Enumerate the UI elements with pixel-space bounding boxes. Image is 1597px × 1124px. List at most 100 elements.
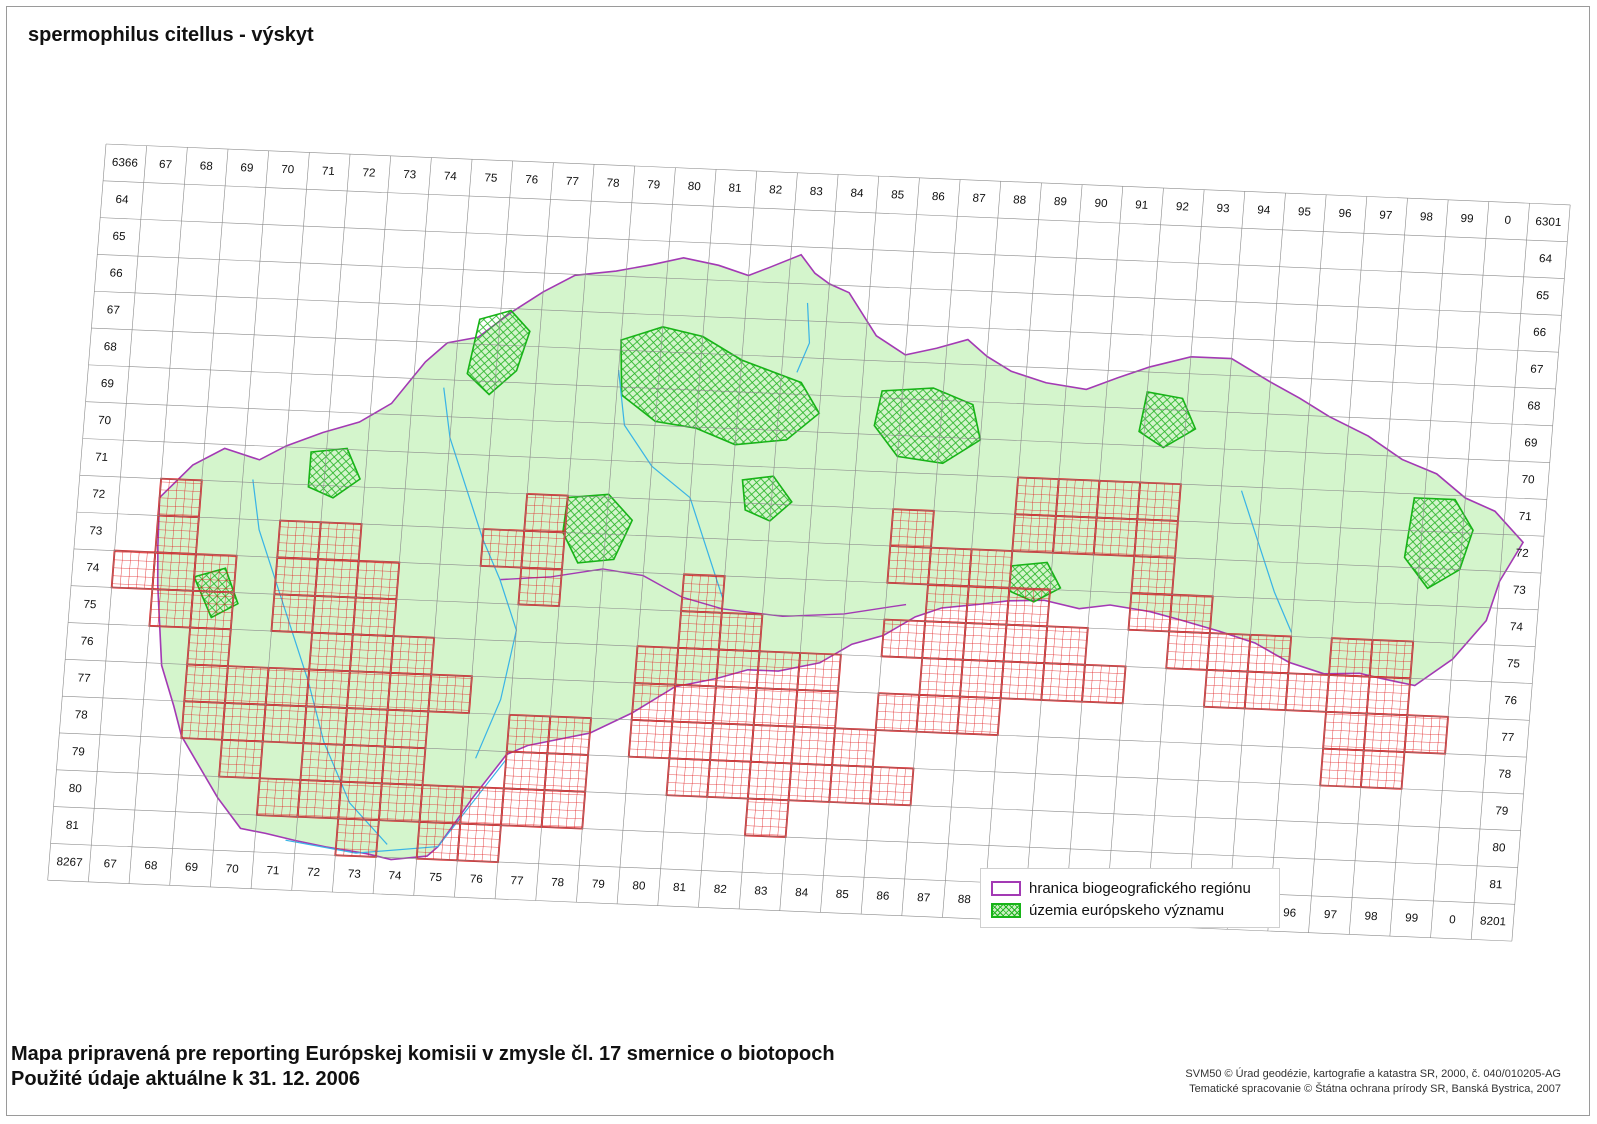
occurrence-square xyxy=(717,611,764,653)
occurrence-square xyxy=(261,703,308,745)
grid-label-left: 65 xyxy=(112,231,126,243)
occurrence-square xyxy=(961,622,1008,663)
grid-label-left: 68 xyxy=(103,341,117,353)
grid-label-left: 75 xyxy=(83,599,97,611)
occurrence-square xyxy=(1130,555,1176,596)
occurrence-square xyxy=(415,820,462,862)
occurrence-square xyxy=(714,648,761,690)
grid-label-top: 81 xyxy=(728,183,742,195)
grid-label-bottom: 75 xyxy=(429,872,443,884)
occurrence-square xyxy=(1011,513,1057,554)
occurrence-square xyxy=(299,742,346,783)
occurrence-square xyxy=(264,666,311,708)
grid-label-top: 88 xyxy=(1013,194,1027,206)
occurrence-square xyxy=(1165,630,1211,671)
occurrence-square xyxy=(874,692,921,733)
occurrence-square xyxy=(755,650,802,691)
occurrence-square xyxy=(1362,712,1409,753)
occurrence-square xyxy=(1168,593,1214,635)
grid-label-top: 75 xyxy=(484,172,498,184)
occurrence-square xyxy=(680,573,726,614)
grid-label-top: 70 xyxy=(281,164,295,176)
occurrence-square xyxy=(1133,518,1179,559)
occurrence-square xyxy=(505,713,552,755)
grid-label-bottom: 69 xyxy=(185,862,199,874)
occurrence-square xyxy=(296,779,343,820)
occurrence-square xyxy=(223,665,270,706)
occurrence-square xyxy=(1403,714,1450,755)
occurrence-square xyxy=(1365,675,1412,717)
grid-label-bottom: 8267 xyxy=(56,856,83,869)
grid-label-top: 76 xyxy=(525,174,539,186)
grid-label-right: 74 xyxy=(1509,621,1523,633)
grid-label-left: 64 xyxy=(115,194,129,206)
occurrence-square xyxy=(308,631,354,673)
grid-label-top: 91 xyxy=(1135,199,1149,211)
footer-line-1: Mapa pripravená pre reporting Európskej … xyxy=(11,1043,835,1065)
legend: hranica biogeografického regiónu územia … xyxy=(980,868,1280,928)
occurrence-square xyxy=(958,658,1005,700)
occurrence-square xyxy=(868,765,915,807)
grid-label-top: 77 xyxy=(565,176,579,188)
grid-label-bottom: 96 xyxy=(1283,907,1297,919)
legend-item-protected-sites: územia európskeho významu xyxy=(991,899,1269,921)
occurrence-square xyxy=(523,492,569,534)
occurrence-square xyxy=(459,785,505,827)
occurrence-square xyxy=(706,759,752,800)
occurrence-square xyxy=(1092,516,1139,558)
grid-label-left: 78 xyxy=(74,709,88,721)
legend-item-region-border: hranica biogeografického regiónu xyxy=(991,877,1269,899)
credit-line-2: Tematické spracovanie © Štátna ochrana p… xyxy=(1189,1083,1561,1095)
occurrence-square xyxy=(1205,632,1252,673)
grid-label-right: 72 xyxy=(1515,548,1529,560)
occurrence-square xyxy=(543,752,590,793)
map-grid-area: 6366 67 68 69 70 71 72 73 74 75 76 77 78 79 80 81 82 83 84… xyxy=(47,143,1571,942)
grid-label-top: 82 xyxy=(769,184,783,196)
occurrence-square xyxy=(787,762,834,803)
grid-label-top: 96 xyxy=(1338,208,1352,220)
grid-label-top: 89 xyxy=(1053,196,1067,208)
occurrence-square xyxy=(354,559,401,601)
grid-label-right: 76 xyxy=(1504,695,1518,707)
occurrence-square xyxy=(921,620,967,661)
occurrence-square xyxy=(351,596,398,638)
occurrence-square xyxy=(1325,674,1371,715)
grid-label-right: 69 xyxy=(1524,437,1538,449)
grid-label-top: 6301 xyxy=(1535,216,1562,229)
grid-label-bottom: 84 xyxy=(795,887,809,899)
occurrence-square xyxy=(189,589,235,631)
occurrence-square xyxy=(337,780,383,822)
occurrence-square xyxy=(746,760,793,802)
occurrence-square xyxy=(924,583,970,624)
grid-label-bottom: 8201 xyxy=(1480,915,1507,928)
occurrence-square xyxy=(148,588,195,629)
occurrence-square xyxy=(1368,638,1415,680)
occurrence-square xyxy=(305,668,351,709)
occurrence-square xyxy=(927,546,973,588)
grid-label-bottom: 73 xyxy=(347,868,361,880)
grid-label-top: 74 xyxy=(443,171,457,183)
occurrence-square xyxy=(831,727,877,768)
occurrence-square xyxy=(749,724,796,765)
grid-label-top: 83 xyxy=(809,186,823,198)
occurrence-square xyxy=(1243,670,1290,712)
occurrence-square xyxy=(1080,663,1127,705)
grid-label-bottom: 86 xyxy=(876,890,890,902)
occurrence-square xyxy=(886,545,932,586)
grid-label-bottom: 97 xyxy=(1323,909,1337,921)
grid-label-top: 67 xyxy=(159,159,173,171)
occurrence-square xyxy=(517,566,563,607)
grid-label-left: 76 xyxy=(80,636,94,648)
occurrence-square xyxy=(1014,476,1060,517)
occurrence-square xyxy=(967,548,1014,589)
grid-label-top: 80 xyxy=(687,181,701,193)
occurrence-square xyxy=(151,551,197,592)
grid-label-top: 73 xyxy=(403,169,417,181)
grid-label-bottom: 87 xyxy=(917,892,931,904)
occurrence-square xyxy=(1005,586,1052,628)
occurrence-square xyxy=(1095,479,1142,521)
grid-label-top: 90 xyxy=(1094,198,1108,210)
occurrence-square xyxy=(502,750,549,792)
grid-label-bottom: 77 xyxy=(510,875,524,887)
occurrence-square xyxy=(828,764,874,805)
